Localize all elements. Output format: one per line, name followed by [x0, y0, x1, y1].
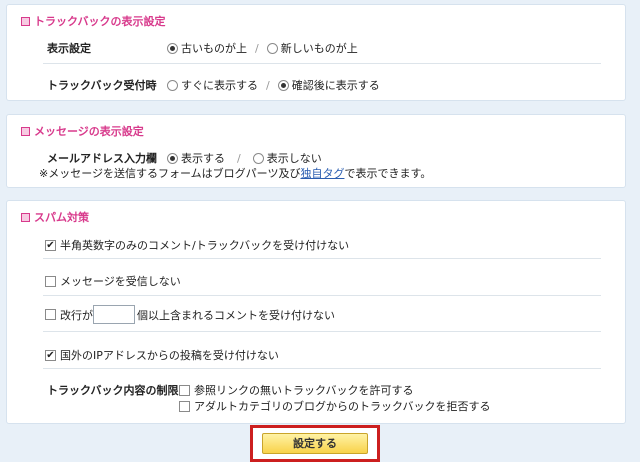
- receive-row: トラックバック受付時: [47, 77, 156, 93]
- receive-immediate-radio[interactable]: [167, 79, 178, 91]
- trackback-display-title: トラックバックの表示設定: [21, 13, 165, 29]
- receive-immediate-label[interactable]: すぐに表示する: [181, 77, 258, 93]
- note-after: で表示できます。: [344, 167, 432, 180]
- foreign-ip-row: ✔ 国外のIPアドレスからの投稿を受け付けない: [45, 347, 279, 363]
- section-square-icon: [21, 212, 30, 222]
- foreign-ip-label[interactable]: 国外のIPアドレスからの投稿を受け付けない: [60, 347, 279, 363]
- receive-after-confirm-radio[interactable]: [277, 79, 289, 91]
- linebreak-count-input[interactable]: [93, 305, 135, 324]
- note-before: ※メッセージを送信するフォームはブログパーツ及び: [39, 167, 301, 180]
- message-display-panel: メッセージの表示設定 メールアドレス入力欄 表示する / 表示しない ※メッセー…: [6, 114, 626, 188]
- email-hide-label[interactable]: 表示しない: [267, 150, 322, 166]
- order-newest-label[interactable]: 新しいものが上: [281, 40, 358, 56]
- foreign-ip-checkbox[interactable]: ✔: [45, 349, 56, 361]
- email-row: メールアドレス入力欄: [47, 150, 157, 166]
- order-separator: /: [255, 41, 259, 55]
- trackback-display-panel: トラックバックの表示設定 表示設定 古いものが上 / 新しいものが上 トラックバ…: [6, 4, 626, 101]
- divider: [43, 63, 601, 64]
- no-messages-checkbox[interactable]: [45, 275, 56, 287]
- receive-options: すぐに表示する / 確認後に表示する: [167, 77, 380, 93]
- original-tag-link[interactable]: 独自タグ: [300, 165, 344, 181]
- email-label: メールアドレス入力欄: [47, 152, 157, 165]
- linebreak-checkbox[interactable]: [45, 309, 56, 320]
- trackback-limit-row: トラックバック内容の制限: [47, 382, 178, 398]
- email-separator: /: [237, 151, 241, 165]
- trackback-display-title-text: トラックバックの表示設定: [34, 15, 166, 28]
- trackback-limit-option-1: 参照リンクの無いトラックバックを許可する: [179, 382, 413, 398]
- divider: [43, 331, 601, 332]
- no-messages-row: メッセージを受信しない: [45, 273, 181, 289]
- trackback-limit-label: トラックバック内容の制限: [47, 384, 179, 397]
- email-options: 表示する / 表示しない: [167, 150, 322, 166]
- halfwidth-only-row: ✔ 半角英数字のみのコメント/トラックバックを受け付けない: [45, 237, 349, 253]
- divider: [43, 258, 601, 259]
- message-note: ※メッセージを送信するフォームはブログパーツ及び 独自タグ で表示できます。: [39, 165, 431, 181]
- message-display-title-text: メッセージの表示設定: [34, 125, 144, 138]
- submit-button[interactable]: 設定する: [262, 433, 368, 454]
- no-messages-label[interactable]: メッセージを受信しない: [60, 273, 181, 289]
- linebreak-before-label: 改行が: [60, 308, 93, 322]
- order-label: 表示設定: [47, 42, 91, 55]
- divider: [43, 368, 601, 369]
- linebreak-row: 改行が 個以上含まれるコメントを受け付けない: [45, 305, 335, 324]
- linebreak-after-label: 個以上含まれるコメントを受け付けない: [137, 308, 335, 322]
- submit-highlight: 設定する: [250, 425, 380, 462]
- divider: [43, 295, 601, 296]
- email-hide-radio[interactable]: [252, 152, 264, 164]
- order-row: 表示設定: [47, 40, 91, 56]
- section-square-icon: [21, 16, 30, 26]
- reject-adult-checkbox[interactable]: [179, 400, 190, 412]
- order-oldest-label[interactable]: 古いものが上: [181, 40, 247, 56]
- receive-after-confirm-label[interactable]: 確認後に表示する: [292, 77, 380, 93]
- reject-adult-label[interactable]: アダルトカテゴリのブログからのトラックバックを拒否する: [194, 398, 490, 414]
- message-display-title: メッセージの表示設定: [21, 123, 144, 139]
- spam-title-text: スパム対策: [34, 211, 89, 224]
- receive-label: トラックバック受付時: [47, 79, 157, 92]
- halfwidth-only-label[interactable]: 半角英数字のみのコメント/トラックバックを受け付けない: [60, 237, 349, 253]
- section-square-icon: [21, 126, 30, 136]
- email-show-radio[interactable]: [167, 152, 178, 164]
- spam-panel: スパム対策 ✔ 半角英数字のみのコメント/トラックバックを受け付けない メッセー…: [6, 200, 626, 424]
- order-newest-radio[interactable]: [266, 42, 278, 54]
- receive-separator: /: [266, 78, 270, 92]
- order-oldest-radio[interactable]: [167, 42, 178, 54]
- allow-no-link-checkbox[interactable]: [179, 384, 190, 396]
- trackback-limit-option-2: アダルトカテゴリのブログからのトラックバックを拒否する: [179, 398, 490, 414]
- halfwidth-only-checkbox[interactable]: ✔: [45, 239, 56, 251]
- allow-no-link-label[interactable]: 参照リンクの無いトラックバックを許可する: [194, 382, 413, 398]
- email-show-label[interactable]: 表示する: [181, 150, 225, 166]
- spam-title: スパム対策: [21, 209, 89, 225]
- order-options: 古いものが上 / 新しいものが上: [167, 40, 358, 56]
